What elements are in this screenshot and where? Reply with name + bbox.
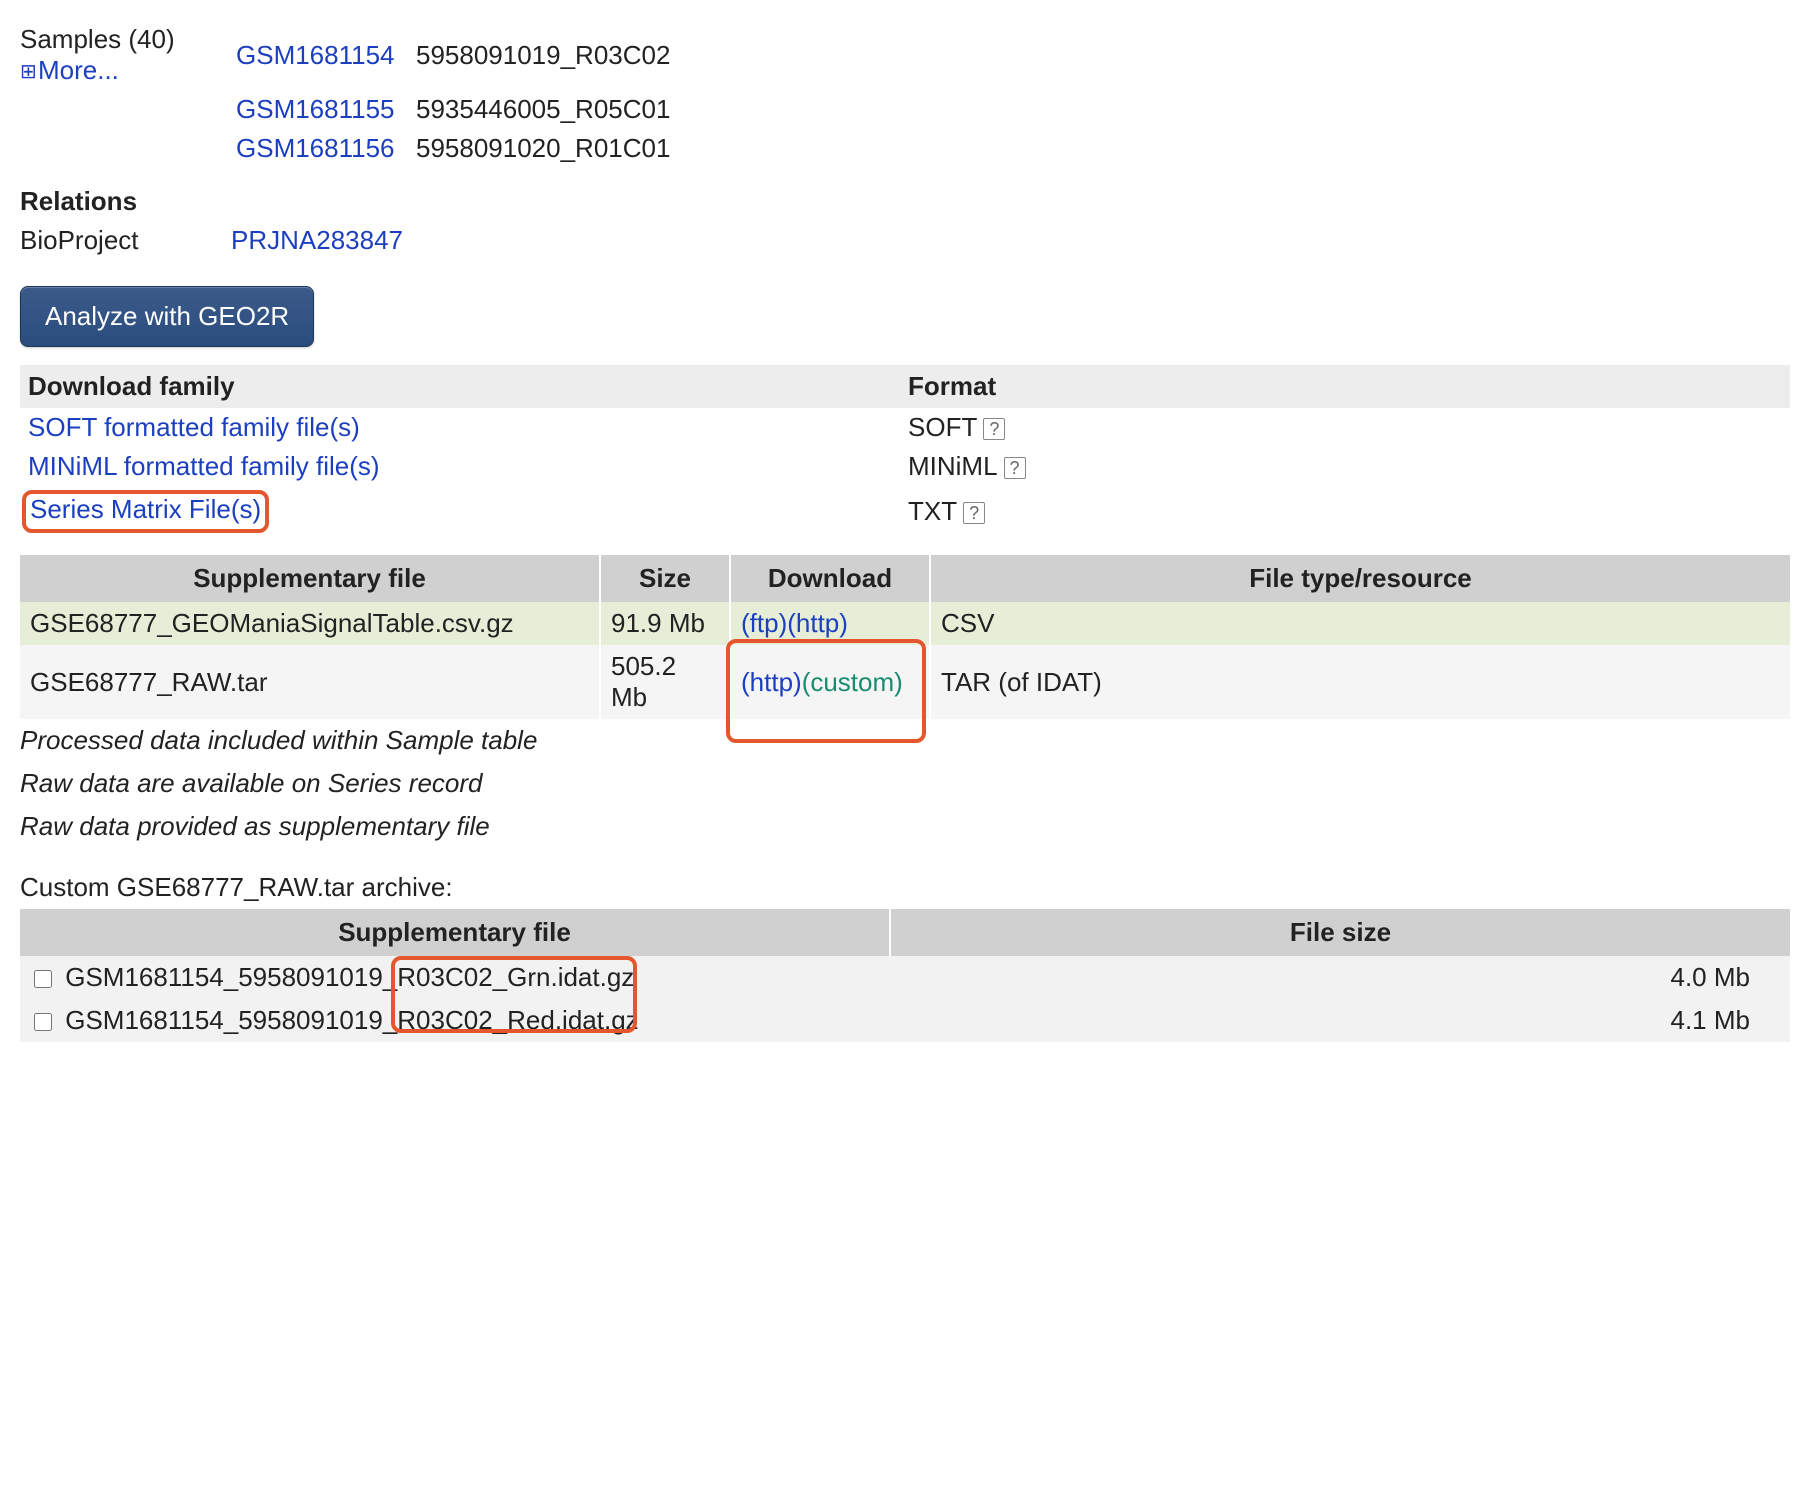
supplementary-file-table: Supplementary file Size Download File ty… — [20, 555, 1790, 719]
bioproject-link[interactable]: PRJNA283847 — [231, 225, 403, 255]
help-icon[interactable]: ? — [983, 418, 1005, 440]
custom-file-suffix: R03C02_Red.idat.gz — [397, 1005, 638, 1035]
custom-file-size: 4.1 Mb — [1671, 1005, 1751, 1035]
data-note: Raw data are available on Series record — [20, 762, 1790, 805]
dl-family-col-format: Format — [908, 371, 996, 401]
format-label: TXT — [908, 496, 957, 526]
supp-col-file: Supplementary file — [193, 563, 426, 593]
expand-icon[interactable]: ⊞ — [20, 64, 36, 80]
custom-archive-table: Supplementary file File size GSM1681154_… — [20, 909, 1790, 1042]
ftp-download-link[interactable]: (ftp) — [741, 608, 787, 638]
file-select-checkbox[interactable] — [34, 970, 52, 988]
highlight-annotation: Series Matrix File(s) — [22, 490, 269, 533]
supp-file-type: TAR (of IDAT) — [941, 667, 1102, 697]
data-note: Raw data provided as supplementary file — [20, 805, 1790, 848]
sample-id-link[interactable]: GSM1681154 — [236, 40, 395, 70]
http-download-link[interactable]: (http) — [787, 608, 848, 638]
custom-file-prefix: GSM1681154_5958091019_ — [65, 962, 397, 992]
supp-file-size: 505.2 Mb — [611, 651, 676, 712]
series-matrix-link[interactable]: Series Matrix File(s) — [30, 494, 261, 524]
sample-desc: 5958091020_R01C01 — [416, 133, 670, 163]
file-select-checkbox[interactable] — [34, 1013, 52, 1031]
custom-download-link[interactable]: (custom) — [802, 667, 903, 697]
sample-id-link[interactable]: GSM1681156 — [236, 133, 395, 163]
supp-col-type: File type/resource — [1249, 563, 1472, 593]
samples-label: Samples (40) — [20, 24, 175, 54]
format-label: MINiML — [908, 451, 998, 481]
custom-col-size: File size — [1290, 917, 1391, 947]
help-icon[interactable]: ? — [963, 502, 985, 524]
supp-file-name: GSE68777_RAW.tar — [30, 667, 268, 697]
dl-family-col-download: Download family — [28, 371, 235, 401]
custom-archive-label: Custom GSE68777_RAW.tar archive: — [20, 872, 1790, 903]
relations-table: BioProject PRJNA283847 — [20, 221, 404, 260]
samples-table: Samples (40) ⊞More... GSM1681154 5958091… — [20, 20, 676, 168]
sample-id-link[interactable]: GSM1681155 — [236, 94, 395, 124]
soft-family-link[interactable]: SOFT formatted family file(s) — [28, 412, 360, 442]
custom-file-prefix: GSM1681154_5958091019_ — [65, 1005, 397, 1035]
data-note: Processed data included within Sample ta… — [20, 719, 1790, 762]
help-icon[interactable]: ? — [1004, 457, 1026, 479]
http-download-link[interactable]: (http) — [741, 667, 802, 697]
sample-desc: 5935446005_R05C01 — [416, 94, 670, 124]
supp-col-size: Size — [639, 563, 691, 593]
supp-file-name: GSE68777_GEOManiaSignalTable.csv.gz — [30, 608, 514, 638]
supp-file-type: CSV — [941, 608, 994, 638]
relations-heading: Relations — [20, 168, 1790, 221]
samples-more-link[interactable]: More... — [38, 55, 119, 85]
download-family-table: Download family Format SOFT formatted fa… — [20, 365, 1790, 537]
miniml-family-link[interactable]: MINiML formatted family file(s) — [28, 451, 380, 481]
bioproject-label: BioProject — [20, 225, 139, 255]
custom-file-suffix: R03C02_Grn.idat.gz — [397, 962, 634, 992]
supp-file-size: 91.9 Mb — [611, 608, 705, 638]
custom-file-size: 4.0 Mb — [1671, 962, 1751, 992]
analyze-geo2r-button[interactable]: Analyze with GEO2R — [20, 286, 314, 347]
format-label: SOFT — [908, 412, 977, 442]
sample-desc: 5958091019_R03C02 — [416, 40, 670, 70]
custom-col-file: Supplementary file — [338, 917, 571, 947]
supp-col-download: Download — [768, 563, 892, 593]
